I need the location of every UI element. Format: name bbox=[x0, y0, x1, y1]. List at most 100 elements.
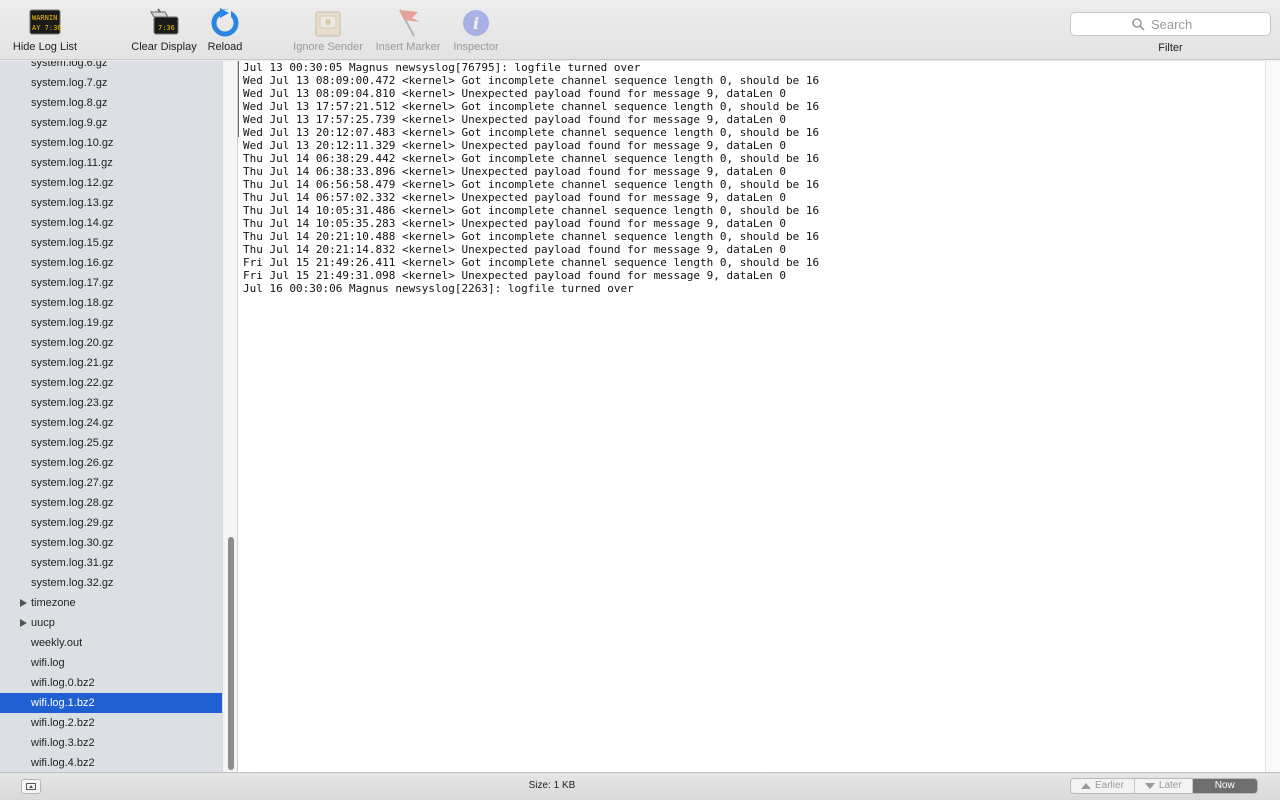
sidebar-item[interactable]: wifi.log bbox=[0, 653, 222, 673]
now-label: Now bbox=[1214, 780, 1235, 791]
sidebar-item[interactable]: timezone bbox=[0, 593, 222, 613]
sidebar-item[interactable]: system.log.27.gz bbox=[0, 473, 222, 493]
sidebar-item[interactable]: system.log.21.gz bbox=[0, 353, 222, 373]
sidebar-item-label: system.log.11.gz bbox=[31, 157, 113, 169]
sidebar-item[interactable]: system.log.6.gz bbox=[0, 61, 222, 73]
log-view[interactable]: Jul 13 00:30:05 Magnus newsyslog[76795]:… bbox=[237, 61, 1280, 772]
sidebar-item[interactable]: system.log.25.gz bbox=[0, 433, 222, 453]
sidebar-item-label: system.log.15.gz bbox=[31, 237, 114, 249]
sidebar-item-label: system.log.6.gz bbox=[31, 61, 108, 69]
sidebar-item-label: system.log.26.gz bbox=[31, 457, 114, 469]
sidebar-item-label: wifi.log.1.bz2 bbox=[31, 697, 95, 709]
log-line: Wed Jul 13 08:09:00.472 <kernel> Got inc… bbox=[243, 74, 820, 87]
log-line: Thu Jul 14 06:56:58.479 <kernel> Got inc… bbox=[243, 178, 820, 191]
log-line: Thu Jul 14 06:38:33.896 <kernel> Unexpec… bbox=[243, 165, 787, 178]
sidebar-item[interactable]: weekly.out bbox=[0, 633, 222, 653]
search-icon bbox=[1132, 18, 1145, 31]
sidebar-item-label: system.log.16.gz bbox=[31, 257, 114, 269]
log-list-sidebar: system.log.6.gz system.log.7.gz system.log… bbox=[0, 61, 222, 772]
log-line: Wed Jul 13 17:57:21.512 <kernel> Got inc… bbox=[243, 100, 820, 113]
sidebar-item-label: system.log.22.gz bbox=[31, 377, 114, 389]
log-line: Wed Jul 13 20:12:07.483 <kernel> Got inc… bbox=[243, 126, 820, 139]
sidebar-item[interactable]: system.log.26.gz bbox=[0, 453, 222, 473]
sidebar-item[interactable]: wifi.log.2.bz2 bbox=[0, 713, 222, 733]
sidebar-item[interactable]: wifi.log.1.bz2 bbox=[0, 693, 222, 713]
sidebar-item[interactable]: system.log.14.gz bbox=[0, 213, 222, 233]
eject-icon bbox=[26, 783, 36, 790]
hide-log-list-label: Hide Log List bbox=[12, 41, 78, 53]
sidebar-item[interactable]: system.log.31.gz bbox=[0, 553, 222, 573]
sidebar-item[interactable]: system.log.30.gz bbox=[0, 533, 222, 553]
disclosure-triangle-icon[interactable] bbox=[20, 619, 27, 627]
sidebar-item[interactable]: wifi.log.3.bz2 bbox=[0, 733, 222, 753]
sidebar-item[interactable]: system.log.18.gz bbox=[0, 293, 222, 313]
clear-display-button[interactable]: 7:36 Clear Display bbox=[128, 8, 200, 58]
earlier-button[interactable]: Earlier bbox=[1071, 779, 1135, 793]
ignore-sender-label: Ignore Sender bbox=[293, 41, 363, 53]
sidebar-item-label: system.log.19.gz bbox=[31, 317, 114, 329]
sidebar-item[interactable]: system.log.15.gz bbox=[0, 233, 222, 253]
search-placeholder: Search bbox=[1151, 17, 1193, 32]
sidebar-item[interactable]: system.log.8.gz bbox=[0, 93, 222, 113]
search-field[interactable]: Search bbox=[1070, 12, 1271, 36]
inspector-label: Inspector bbox=[453, 41, 499, 53]
sidebar-item-label: system.log.29.gz bbox=[31, 517, 114, 529]
sidebar-item[interactable]: system.log.20.gz bbox=[0, 333, 222, 353]
sidebar-item[interactable]: wifi.log.4.bz2 bbox=[0, 753, 222, 772]
sidebar-item[interactable]: system.log.10.gz bbox=[0, 133, 222, 153]
sidebar-item[interactable]: wifi.log.0.bz2 bbox=[0, 673, 222, 693]
sidebar-item[interactable]: system.log.17.gz bbox=[0, 273, 222, 293]
toolbar: WARNIN AY 7:36 Hide Log List 7:36 Clear … bbox=[0, 0, 1280, 60]
sidebar-scrollbar[interactable] bbox=[222, 61, 237, 772]
svg-text:AY 7:36: AY 7:36 bbox=[32, 24, 61, 32]
sidebar-item-label: system.log.7.gz bbox=[31, 77, 108, 89]
sidebar-item[interactable]: system.log.11.gz bbox=[0, 153, 222, 173]
sidebar-item[interactable]: system.log.23.gz bbox=[0, 393, 222, 413]
console-warning-icon: WARNIN AY 7:36 bbox=[29, 8, 62, 40]
sidebar-item-label: system.log.25.gz bbox=[31, 437, 114, 449]
sidebar-item-label: wifi.log.4.bz2 bbox=[31, 757, 95, 769]
log-line: Thu Jul 14 06:38:29.442 <kernel> Got inc… bbox=[243, 152, 820, 165]
arrow-up-icon bbox=[1081, 783, 1091, 789]
log-scrollbar[interactable] bbox=[1265, 61, 1280, 772]
sidebar-item[interactable]: system.log.12.gz bbox=[0, 173, 222, 193]
sidebar-item[interactable]: system.log.19.gz bbox=[0, 313, 222, 333]
filter-label: Filter bbox=[1158, 42, 1183, 54]
sidebar-item[interactable]: system.log.16.gz bbox=[0, 253, 222, 273]
sidebar-item-label: system.log.13.gz bbox=[31, 197, 114, 209]
reload-icon bbox=[209, 8, 241, 40]
sidebar-item[interactable]: system.log.29.gz bbox=[0, 513, 222, 533]
sidebar-item-label: wifi.log.2.bz2 bbox=[31, 717, 95, 729]
now-button[interactable]: Now bbox=[1192, 779, 1257, 793]
disclosure-triangle-icon[interactable] bbox=[20, 599, 27, 607]
sidebar-item[interactable]: system.log.28.gz bbox=[0, 493, 222, 513]
svg-text:WARNIN: WARNIN bbox=[32, 14, 57, 22]
info-icon: i bbox=[460, 8, 492, 40]
sidebar-item-label: system.log.10.gz bbox=[31, 137, 114, 149]
sidebar-item[interactable]: system.log.22.gz bbox=[0, 373, 222, 393]
log-line: Fri Jul 15 21:49:26.411 <kernel> Got inc… bbox=[243, 256, 820, 269]
log-margin-marker bbox=[238, 61, 239, 137]
arrow-down-icon bbox=[1144, 783, 1155, 789]
sidebar-item[interactable]: system.log.24.gz bbox=[0, 413, 222, 433]
sidebar-item[interactable]: system.log.32.gz bbox=[0, 573, 222, 593]
toggle-sidebar-button[interactable] bbox=[21, 779, 41, 794]
ignore-sender-button[interactable]: Ignore Sender bbox=[289, 8, 367, 58]
sidebar-item-label: system.log.28.gz bbox=[31, 497, 114, 509]
insert-marker-button[interactable]: Insert Marker bbox=[370, 8, 446, 58]
sidebar-item[interactable]: system.log.13.gz bbox=[0, 193, 222, 213]
log-line: Fri Jul 15 21:49:31.098 <kernel> Unexpec… bbox=[243, 269, 787, 282]
later-button[interactable]: Later bbox=[1135, 779, 1193, 793]
inspector-button[interactable]: i Inspector bbox=[448, 8, 504, 58]
reload-button[interactable]: Reload bbox=[205, 8, 245, 58]
log-line: Wed Jul 13 17:57:25.739 <kernel> Unexpec… bbox=[243, 113, 787, 126]
sidebar-item[interactable]: system.log.7.gz bbox=[0, 73, 222, 93]
log-line: Thu Jul 14 06:57:02.332 <kernel> Unexpec… bbox=[243, 191, 787, 204]
hide-log-list-button[interactable]: WARNIN AY 7:36 Hide Log List bbox=[8, 8, 82, 58]
sidebar-scroll-thumb[interactable] bbox=[228, 537, 234, 770]
sidebar-item[interactable]: uucp bbox=[0, 613, 222, 633]
log-line: Thu Jul 14 10:05:31.486 <kernel> Got inc… bbox=[243, 204, 820, 217]
flag-marker-icon bbox=[392, 8, 424, 40]
sidebar-item-label: system.log.21.gz bbox=[31, 357, 114, 369]
sidebar-item[interactable]: system.log.9.gz bbox=[0, 113, 222, 133]
